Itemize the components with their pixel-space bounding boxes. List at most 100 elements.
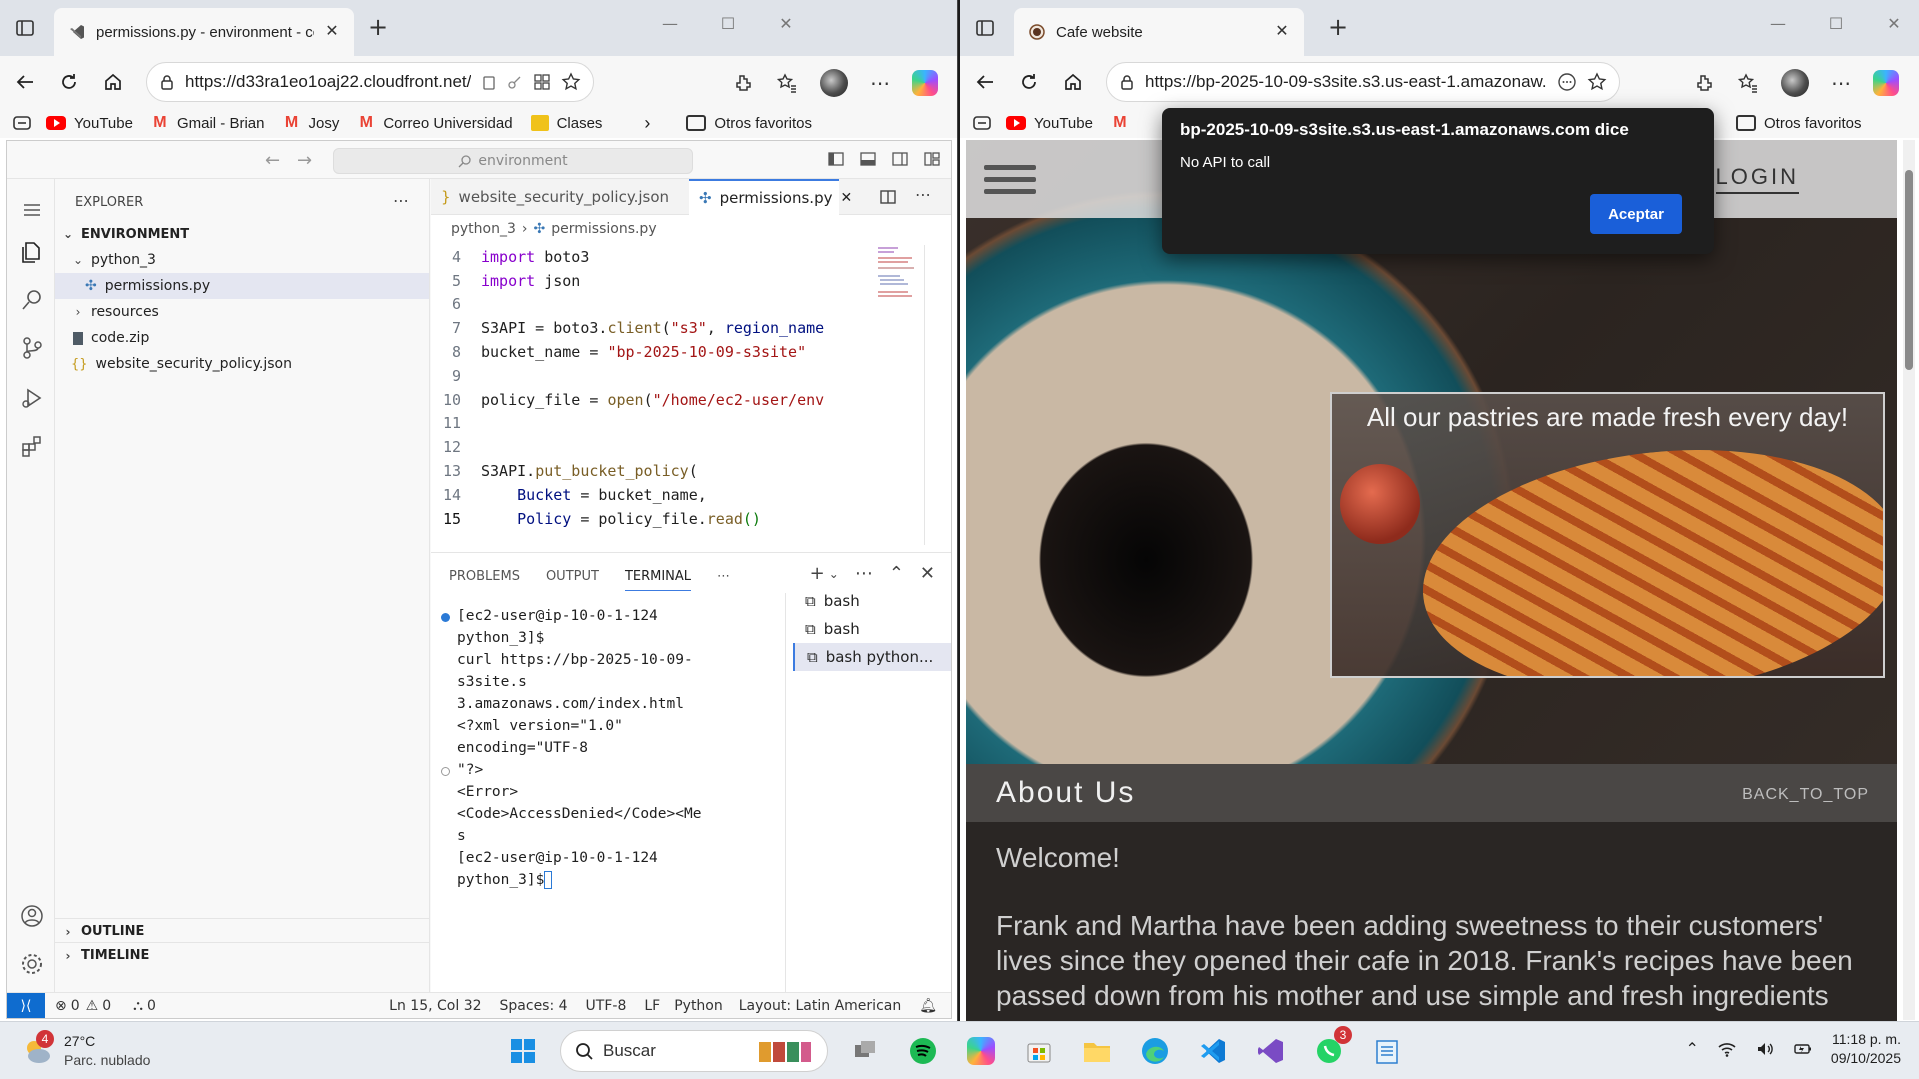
tree-item-website-policy[interactable]: {} website_security_policy.json: [55, 351, 429, 377]
whatsapp-icon[interactable]: 3: [1308, 1026, 1352, 1072]
close-tab-icon[interactable]: ✕: [840, 190, 852, 206]
tab-permissions-py[interactable]: ✣ permissions.py ✕: [689, 179, 852, 215]
back-icon[interactable]: [14, 71, 36, 93]
toggle-sidebar-icon[interactable]: [827, 150, 845, 168]
explorer-root[interactable]: ⌄ ENVIRONMENT: [55, 221, 429, 247]
terminal-instance[interactable]: ⧉ bash python...: [793, 643, 951, 671]
close-panel-icon[interactable]: ✕: [920, 563, 935, 584]
tree-item-python3[interactable]: ⌄ python_3: [55, 247, 429, 273]
bookmark-gmail[interactable]: M: [1111, 114, 1129, 132]
search-icon[interactable]: [19, 287, 45, 313]
close-window-icon[interactable]: ✕: [778, 14, 794, 33]
indentation[interactable]: Spaces: 4: [500, 998, 568, 1014]
browser-tab[interactable]: permissions.py - environment - cc ✕: [54, 8, 354, 56]
cursor-position[interactable]: Ln 15, Col 32: [389, 998, 481, 1014]
end-of-line[interactable]: LF: [644, 998, 660, 1014]
close-window-icon[interactable]: ✕: [1886, 14, 1902, 33]
home-icon[interactable]: [102, 71, 124, 93]
encoding[interactable]: UTF-8: [586, 998, 627, 1014]
edge-browser-icon[interactable]: [1134, 1030, 1176, 1072]
volume-icon[interactable]: [1755, 1040, 1775, 1058]
notifications-bell-icon[interactable]: 🔔︎: [919, 998, 937, 1014]
remote-indicator-icon[interactable]: ⟩⟨: [7, 992, 45, 1018]
panel-more-icon[interactable]: ⋯: [717, 569, 730, 591]
lock-icon[interactable]: [159, 74, 175, 90]
chevron-right-icon[interactable]: ›: [644, 113, 650, 134]
other-favorites[interactable]: Otros favoritos: [686, 115, 812, 132]
bookmark-clases[interactable]: Clases: [530, 115, 602, 132]
tab-actions-icon[interactable]: [14, 17, 36, 39]
menu-icon[interactable]: [19, 197, 45, 223]
profile-avatar[interactable]: [1781, 69, 1809, 97]
visual-studio-icon[interactable]: [1250, 1030, 1292, 1072]
tab-output[interactable]: OUTPUT: [546, 569, 599, 591]
keyboard-layout[interactable]: Layout: Latin American: [739, 998, 901, 1014]
key-icon[interactable]: [507, 74, 523, 90]
other-favorites[interactable]: Otros favoritos: [1736, 115, 1862, 132]
customize-layout-icon[interactable]: [923, 150, 941, 168]
favorites-icon[interactable]: [1737, 72, 1759, 94]
microsoft-store-icon[interactable]: [1018, 1030, 1060, 1072]
apps-icon[interactable]: [533, 73, 551, 91]
bookmark-youtube[interactable]: YouTube: [46, 115, 133, 132]
copilot-icon[interactable]: [912, 70, 938, 96]
close-tab-icon[interactable]: ✕: [324, 24, 340, 40]
copilot-icon[interactable]: [1873, 70, 1899, 96]
outline-section[interactable]: › OUTLINE: [55, 918, 429, 944]
hamburger-menu-icon[interactable]: [984, 158, 1036, 201]
back-to-top-link[interactable]: BACK_TO_TOP: [1742, 786, 1869, 804]
extensions-icon[interactable]: [19, 433, 45, 459]
settings-gear-icon[interactable]: [19, 951, 45, 977]
bookmark-josy[interactable]: M Josy: [282, 114, 340, 132]
code-area[interactable]: 4 import boto3 5 import json 6 7 S3API = bo…: [431, 245, 876, 531]
account-icon[interactable]: [19, 903, 45, 929]
bookmark-correo-universidad[interactable]: M Correo Universidad: [357, 114, 513, 132]
reload-icon[interactable]: [58, 71, 80, 93]
more-options-icon[interactable]: ⋯: [1831, 71, 1851, 95]
command-center[interactable]: environment: [333, 148, 693, 174]
explorer-more-icon[interactable]: ⋯: [393, 191, 409, 210]
favorite-star-icon[interactable]: [561, 72, 581, 92]
reading-view-icon[interactable]: [12, 114, 32, 132]
tree-item-permissions-py[interactable]: ✣ permissions.py: [55, 273, 429, 299]
source-control-icon[interactable]: [19, 335, 45, 361]
page-scrollbar[interactable]: [1903, 140, 1915, 1020]
address-bar[interactable]: https://bp-2025-10-09-s3site.s3.us-east-…: [1106, 62, 1620, 102]
errors-icon[interactable]: ⊗: [55, 998, 67, 1014]
explorer-icon[interactable]: [19, 239, 45, 265]
file-explorer-icon[interactable]: [1076, 1030, 1118, 1072]
toggle-panel-icon[interactable]: [859, 150, 877, 168]
tab-actions-icon[interactable]: [974, 17, 996, 39]
terminal-more-icon[interactable]: ⋯: [855, 563, 873, 584]
minimize-icon[interactable]: —: [662, 14, 678, 33]
bookmark-gmail-brian[interactable]: M Gmail - Brian: [151, 114, 264, 132]
new-tab-button[interactable]: +: [366, 15, 390, 40]
favorites-icon[interactable]: [776, 72, 798, 94]
login-link[interactable]: LOGIN: [1715, 164, 1799, 194]
windows-start-icon[interactable]: [502, 1030, 544, 1072]
tree-item-code-zip[interactable]: code.zip: [55, 325, 429, 351]
scrollbar-thumb[interactable]: [1905, 170, 1913, 370]
close-tab-icon[interactable]: ✕: [1274, 24, 1290, 40]
address-bar[interactable]: https://d33ra1eo1oaj22.cloudfront.net/?f…: [146, 62, 594, 102]
spotify-icon[interactable]: [902, 1030, 944, 1072]
clipboard-icon[interactable]: [481, 74, 497, 90]
new-terminal-icon[interactable]: +: [810, 563, 825, 584]
ports-icon[interactable]: ⛬: [133, 998, 143, 1014]
reading-view-icon[interactable]: [972, 114, 992, 132]
tab-problems[interactable]: PROBLEMS: [449, 569, 520, 591]
minimap[interactable]: [876, 245, 916, 305]
new-tab-button[interactable]: +: [1326, 15, 1350, 40]
home-icon[interactable]: [1062, 71, 1084, 93]
timeline-section[interactable]: › TIMELINE: [55, 942, 429, 968]
terminal-instance[interactable]: ⧉ bash: [793, 587, 951, 615]
maximize-icon[interactable]: ☐: [720, 14, 736, 33]
back-icon[interactable]: [974, 71, 996, 93]
breadcrumb-folder[interactable]: python_3: [451, 221, 516, 237]
editor-more-icon[interactable]: ⋯: [915, 185, 931, 204]
profile-avatar[interactable]: [820, 69, 848, 97]
copilot-app-icon[interactable]: [960, 1030, 1002, 1072]
split-editor-icon[interactable]: [879, 188, 897, 206]
extensions-icon[interactable]: [1693, 72, 1715, 94]
tab-terminal[interactable]: TERMINAL: [624, 569, 692, 591]
